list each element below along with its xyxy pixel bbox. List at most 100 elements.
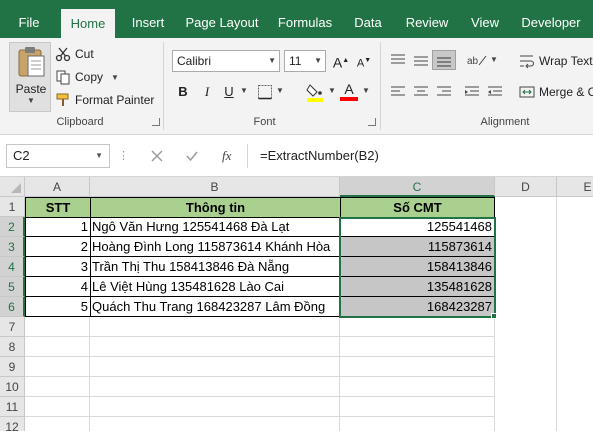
table-cell-cmt[interactable]: 168423287 [340,297,495,317]
increase-font-size-button[interactable]: A▲ [331,51,351,71]
cell[interactable] [90,377,340,397]
decrease-font-size-button[interactable]: A▼ [354,51,374,71]
cell[interactable] [25,317,90,337]
table-cell-stt[interactable]: 5 [25,297,91,317]
cell[interactable] [340,317,495,337]
cell[interactable] [340,377,495,397]
tab-review[interactable]: Review [398,0,456,38]
formula-input[interactable]: =ExtractNumber(B2) [254,144,593,168]
paste-button[interactable]: Paste ▼ [9,42,51,112]
tab-data[interactable]: Data [345,0,391,38]
tab-insert[interactable]: Insert [123,0,173,38]
cell[interactable] [90,337,340,357]
tab-page-layout[interactable]: Page Layout [180,0,264,38]
cancel-icon[interactable] [150,149,164,163]
table-cell-info[interactable]: Quách Thu Trang 168423287 Lâm Đồng [90,297,341,317]
orientation-icon[interactable]: ab [466,53,488,67]
cell[interactable] [90,397,340,417]
row-header-12[interactable]: 12 [0,417,25,431]
tab-file[interactable]: File [6,0,52,38]
table-cell-cmt[interactable]: 125541468 [340,217,495,237]
align-left-icon[interactable] [390,85,406,99]
column-header-d[interactable]: D [495,177,557,197]
row-header-3[interactable]: 3 [0,237,25,257]
row-header-2[interactable]: 2 [0,217,25,237]
row-header-8[interactable]: 8 [0,337,25,357]
align-middle-icon[interactable] [413,53,429,67]
column-header-e[interactable]: E [557,177,593,197]
table-cell-info[interactable]: Lê Việt Hùng 135481628 Lào Cai [90,277,341,297]
table-cell-info[interactable]: Trần Thị Thu 158413846 Đà Nẵng [90,257,341,277]
clipboard-launcher-icon[interactable] [152,118,160,126]
table-cell-cmt[interactable]: 158413846 [340,257,495,277]
wrap-text-button[interactable]: Wrap Text [519,51,593,71]
cell[interactable] [90,357,340,377]
row-header-5[interactable]: 5 [0,277,25,297]
align-top-icon[interactable] [390,53,406,67]
cell[interactable] [90,417,340,431]
table-cell-cmt[interactable]: 115873614 [340,237,495,257]
format-painter-button[interactable]: Format Painter [55,90,154,110]
row-header-7[interactable]: 7 [0,317,25,337]
more-icon[interactable]: ⋮ [118,144,129,168]
column-header-a[interactable]: A [25,177,90,197]
format-painter-label: Format Painter [75,93,155,107]
table-cell-info[interactable]: Ngô Văn Hưng 125541468 Đà Lạt [90,217,341,237]
cell[interactable] [25,397,90,417]
row-header-1[interactable]: 1 [0,197,25,217]
tab-home[interactable]: Home [61,9,115,38]
tab-view[interactable]: View [463,0,507,38]
merge-center-button[interactable]: Merge & C [519,82,593,102]
tab-developer[interactable]: Developer [515,0,587,38]
enter-icon[interactable] [185,149,199,163]
column-header-b[interactable]: B [90,177,340,197]
bold-button[interactable]: B [173,82,193,102]
table-cell-stt[interactable]: 2 [25,237,91,257]
fill-color-icon[interactable] [306,82,324,102]
row-header-11[interactable]: 11 [0,397,25,417]
insert-function-icon[interactable]: fx [222,144,231,168]
select-all-button[interactable] [0,177,25,197]
tab-formulas[interactable]: Formulas [272,0,338,38]
cell[interactable] [340,357,495,377]
table-header-info[interactable]: Thông tin [90,197,341,218]
cut-button[interactable]: Cut [55,44,94,64]
table-header-cmt[interactable]: Số CMT [340,197,495,218]
cell[interactable] [90,317,340,337]
table-header-stt[interactable]: STT [25,197,91,218]
font-size-select[interactable]: 11 ▼ [284,50,326,72]
table-cell-cmt[interactable]: 135481628 [340,277,495,297]
font-color-icon[interactable]: A [340,82,358,102]
align-right-icon[interactable] [436,85,452,99]
font-launcher-icon[interactable] [368,118,376,126]
font-name-select[interactable]: Calibri ▼ [172,50,280,72]
cell[interactable] [557,197,593,431]
align-center-icon[interactable] [413,85,429,99]
cell[interactable] [25,377,90,397]
name-box[interactable]: C2 ▼ [6,144,110,168]
cell[interactable] [340,337,495,357]
row-header-4[interactable]: 4 [0,257,25,277]
copy-button[interactable]: Copy ▼ [55,67,119,87]
row-header-6[interactable]: 6 [0,297,25,317]
row-header-10[interactable]: 10 [0,377,25,397]
table-cell-info[interactable]: Hoàng Đình Long 115873614 Khánh Hòa [90,237,341,257]
decrease-indent-icon[interactable] [464,85,480,99]
cell[interactable] [25,357,90,377]
fill-handle[interactable] [491,313,497,319]
borders-icon[interactable] [257,84,273,100]
row-header-9[interactable]: 9 [0,357,25,377]
cell[interactable] [495,197,557,431]
table-cell-stt[interactable]: 4 [25,277,91,297]
cell[interactable] [25,337,90,357]
cell[interactable] [340,417,495,431]
table-cell-stt[interactable]: 3 [25,257,91,277]
increase-indent-icon[interactable] [487,85,503,99]
cell[interactable] [340,397,495,417]
align-bottom-button[interactable] [432,50,456,70]
column-header-c[interactable]: C [340,177,495,197]
table-cell-stt[interactable]: 1 [25,217,91,237]
italic-button[interactable]: I [197,82,217,102]
underline-button[interactable]: U [219,82,239,102]
cell[interactable] [25,417,90,431]
